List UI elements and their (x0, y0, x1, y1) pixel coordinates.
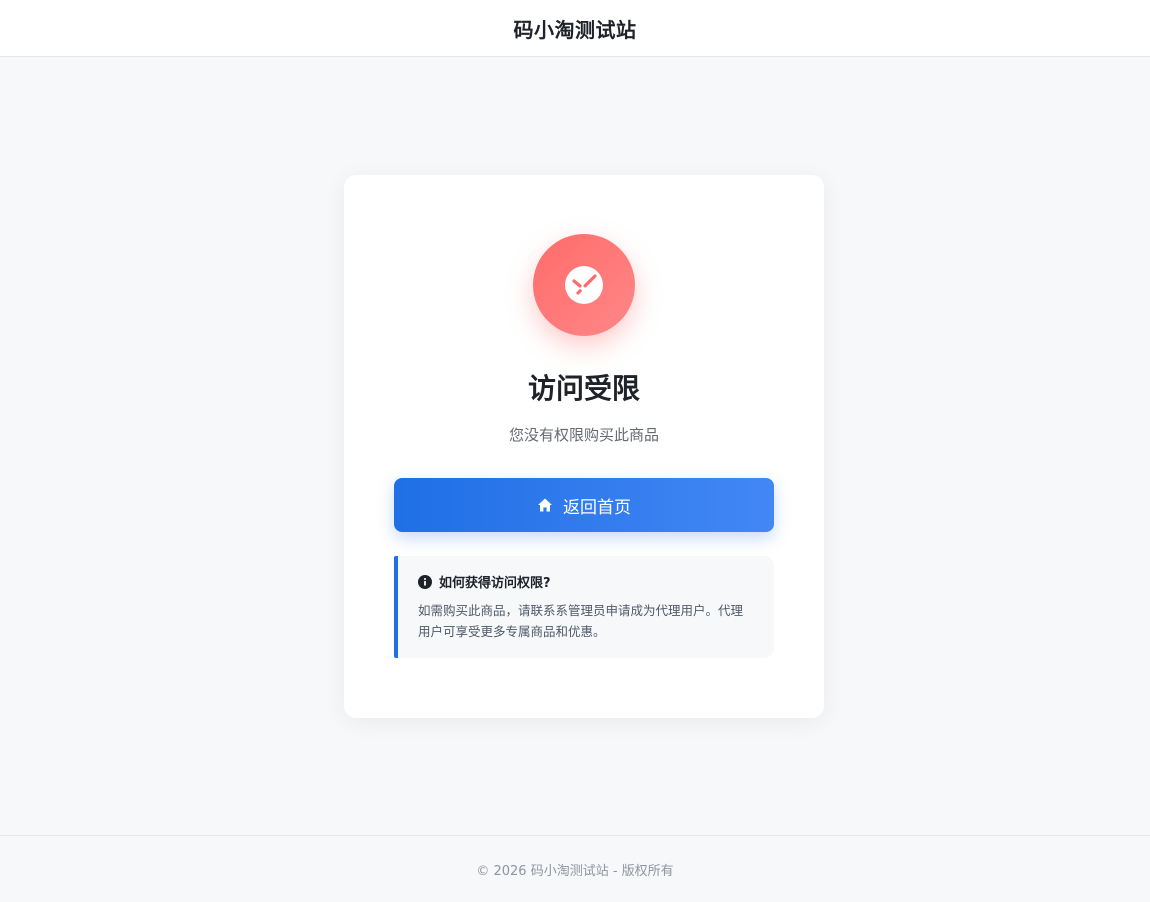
help-heading: 如何获得访问权限? (418, 572, 754, 591)
site-title: 码小淘测试站 (513, 17, 637, 42)
return-home-label: 返回首页 (563, 497, 631, 518)
blocked-icon (533, 234, 635, 336)
page-title: 访问受限 (527, 372, 640, 405)
copyright-text: © 2026 码小淘测试站 - 版权所有 (476, 863, 674, 879)
access-help-box: 如何获得访问权限? 如需购买此商品，请联系系管理员申请成为代理用户。代理用户可享… (394, 556, 774, 658)
help-text: 如需购买此商品，请联系系管理员申请成为代理用户。代理用户可享受更多专属商品和优惠… (418, 603, 744, 639)
home-icon (538, 498, 552, 512)
page-subtitle: 您没有权限购买此商品 (508, 426, 659, 444)
return-home-button[interactable]: 返回首页 (394, 478, 774, 532)
info-icon (418, 574, 432, 589)
footer: © 2026 码小淘测试站 - 版权所有 (0, 835, 1150, 902)
help-heading-text: 如何获得访问权限? (439, 576, 551, 591)
access-denied-card: 访问受限 您没有权限购买此商品 返回首页 如何获得访问权限? 如需购买此商品，请… (344, 175, 824, 718)
top-bar: 码小淘测试站 (0, 0, 1150, 57)
